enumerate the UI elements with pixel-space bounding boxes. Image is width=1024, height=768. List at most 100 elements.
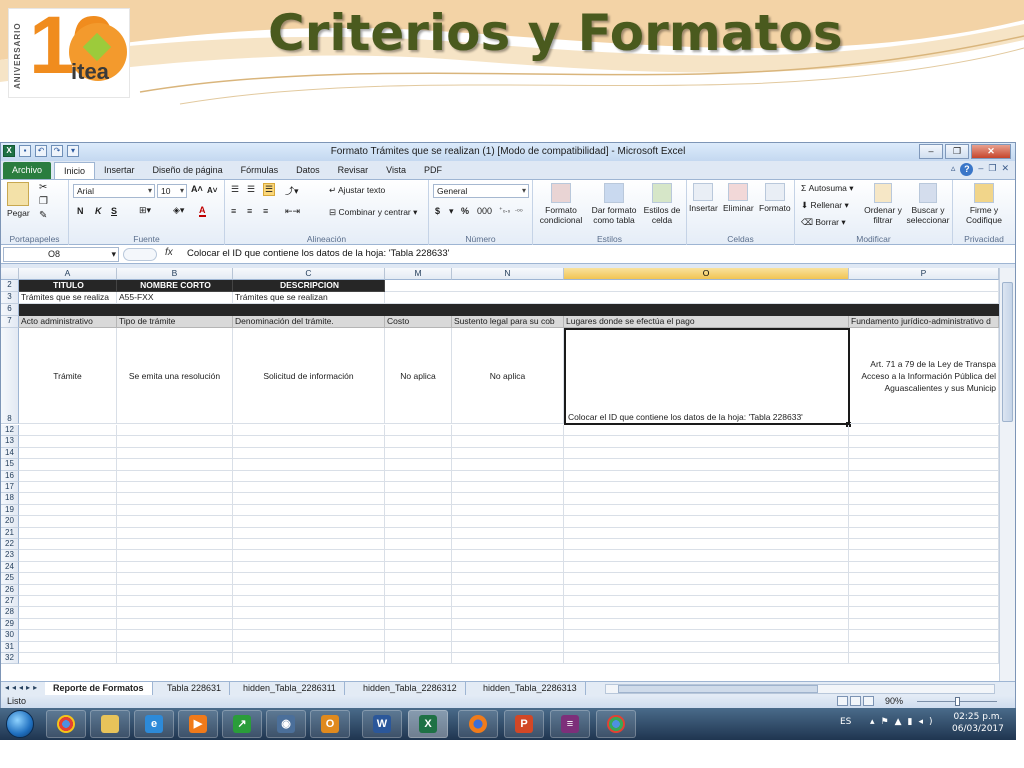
empty-cell[interactable]: [19, 630, 117, 642]
cell-c3[interactable]: Trámites que se realizan: [233, 292, 385, 304]
col-header-o[interactable]: O: [564, 268, 849, 280]
empty-cell[interactable]: [385, 516, 452, 528]
minimize-button[interactable]: –: [919, 144, 943, 159]
align-top-icon[interactable]: ☰: [231, 184, 239, 195]
vertical-scrollbar[interactable]: [999, 268, 1015, 681]
cell-b2[interactable]: NOMBRE CORTO: [117, 280, 233, 292]
empty-cell[interactable]: [564, 653, 849, 665]
row-header[interactable]: 28: [1, 607, 19, 619]
empty-cell[interactable]: [233, 527, 385, 539]
empty-cell[interactable]: [19, 436, 117, 448]
cell-b3[interactable]: A55-FXX: [117, 292, 233, 304]
row-header[interactable]: 3: [1, 292, 19, 304]
empty-cell[interactable]: [849, 596, 999, 608]
empty-cell[interactable]: [452, 447, 564, 460]
empty-cell[interactable]: [564, 641, 849, 653]
empty-cell[interactable]: [385, 630, 452, 642]
cell-a8[interactable]: Trámite: [19, 328, 117, 424]
tab-pdf[interactable]: PDF: [415, 162, 451, 179]
empty-cell[interactable]: [564, 482, 849, 494]
row-header[interactable]: 19: [1, 504, 19, 517]
empty-cell[interactable]: [849, 618, 999, 631]
conditional-format-button[interactable]: Formato condicional: [537, 183, 585, 225]
empty-cell[interactable]: [385, 596, 452, 608]
empty-cell[interactable]: [233, 641, 385, 653]
sheet-tab-hidden-2[interactable]: hidden_Tabla_2286312: [355, 682, 466, 695]
empty-cell[interactable]: [564, 447, 849, 460]
empty-cell[interactable]: [385, 561, 452, 574]
col-header-n[interactable]: N: [452, 268, 564, 280]
borders-icon[interactable]: ⊞▾: [139, 205, 151, 216]
taskbar-media[interactable]: ▶: [178, 710, 218, 738]
row-6-band[interactable]: [19, 304, 999, 316]
taskbar-network[interactable]: ◉: [266, 710, 306, 738]
doc-restore-icon[interactable]: ❐: [988, 163, 996, 176]
empty-cell[interactable]: [849, 504, 999, 517]
col-header-c[interactable]: C: [233, 268, 385, 280]
thousands-button[interactable]: 000: [477, 206, 492, 216]
empty-cell[interactable]: [849, 584, 999, 596]
sign-encrypt-button[interactable]: Firme y Codifique: [957, 183, 1011, 225]
empty-cell[interactable]: [19, 596, 117, 608]
empty-cell[interactable]: [564, 573, 849, 585]
col-header-a[interactable]: A: [19, 268, 117, 280]
empty-cell[interactable]: [564, 618, 849, 631]
shrink-font-icon[interactable]: A˅: [207, 186, 217, 195]
zoom-level[interactable]: 90%: [885, 695, 903, 708]
empty-cell[interactable]: [233, 584, 385, 596]
cell-c8[interactable]: Solicitud de información: [233, 328, 385, 424]
page-layout-view-icon[interactable]: [850, 696, 861, 706]
empty-cell[interactable]: [452, 539, 564, 551]
empty-cell[interactable]: [233, 493, 385, 505]
spreadsheet-grid[interactable]: A B C M N O P 2 TITULO NOMBRE CORTO DESC…: [1, 268, 999, 681]
empty-cell[interactable]: [385, 447, 452, 460]
empty-cell[interactable]: [564, 425, 849, 437]
merge-center-button[interactable]: ⊟ Combinar y centrar ▾: [329, 207, 417, 218]
empty-cell[interactable]: [233, 425, 385, 437]
taskbar-chrome[interactable]: [46, 710, 86, 738]
empty-cell[interactable]: [19, 653, 117, 665]
zoom-slider-knob[interactable]: [955, 697, 960, 706]
maximize-button[interactable]: ❐: [945, 144, 969, 159]
empty-cell[interactable]: [117, 584, 233, 596]
cut-icon[interactable]: ✂: [39, 182, 47, 193]
cell-b8[interactable]: Se emita una resolución: [117, 328, 233, 424]
empty-cell[interactable]: [385, 607, 452, 619]
empty-cell[interactable]: [117, 459, 233, 471]
help-icon[interactable]: ?: [960, 163, 974, 176]
empty-cell[interactable]: [385, 539, 452, 551]
clock[interactable]: 02:25 p.m. 06/03/2017: [952, 711, 1004, 735]
taskbar-powerpoint[interactable]: P: [504, 710, 544, 738]
currency-dropdown-icon[interactable]: ▾: [449, 206, 454, 217]
row-header[interactable]: 17: [1, 482, 19, 494]
empty-cell[interactable]: [452, 527, 564, 539]
horizontal-scrollbar[interactable]: [605, 684, 995, 694]
empty-cell[interactable]: [117, 607, 233, 619]
empty-cell[interactable]: [564, 630, 849, 642]
empty-cell[interactable]: [452, 573, 564, 585]
align-bottom-icon[interactable]: ☰: [263, 183, 276, 196]
taskbar-word[interactable]: W: [362, 710, 402, 738]
empty-cell[interactable]: [452, 504, 564, 517]
empty-cell[interactable]: [233, 596, 385, 608]
empty-cell[interactable]: [564, 539, 849, 551]
empty-cell[interactable]: [452, 561, 564, 574]
empty-cell[interactable]: [385, 550, 452, 562]
doc-minimize-icon[interactable]: –: [978, 163, 983, 176]
empty-cell[interactable]: [564, 516, 849, 528]
empty-cell[interactable]: [117, 630, 233, 642]
tray-icons[interactable]: ▴⚑▲▮◂): [870, 717, 939, 727]
fill-color-icon[interactable]: ◈▾: [173, 205, 184, 216]
taskbar-explorer[interactable]: [90, 710, 130, 738]
empty-cell[interactable]: [849, 607, 999, 619]
row-header[interactable]: 14: [1, 447, 19, 460]
row-header[interactable]: 32: [1, 653, 19, 665]
empty-cell[interactable]: [233, 470, 385, 482]
empty-cell[interactable]: [233, 607, 385, 619]
empty-cell[interactable]: [117, 504, 233, 517]
empty-cell[interactable]: [385, 584, 452, 596]
language-indicator[interactable]: ES: [840, 717, 851, 727]
empty-cell[interactable]: [452, 596, 564, 608]
row-header[interactable]: 7: [1, 316, 19, 328]
start-button-icon[interactable]: [6, 710, 34, 738]
